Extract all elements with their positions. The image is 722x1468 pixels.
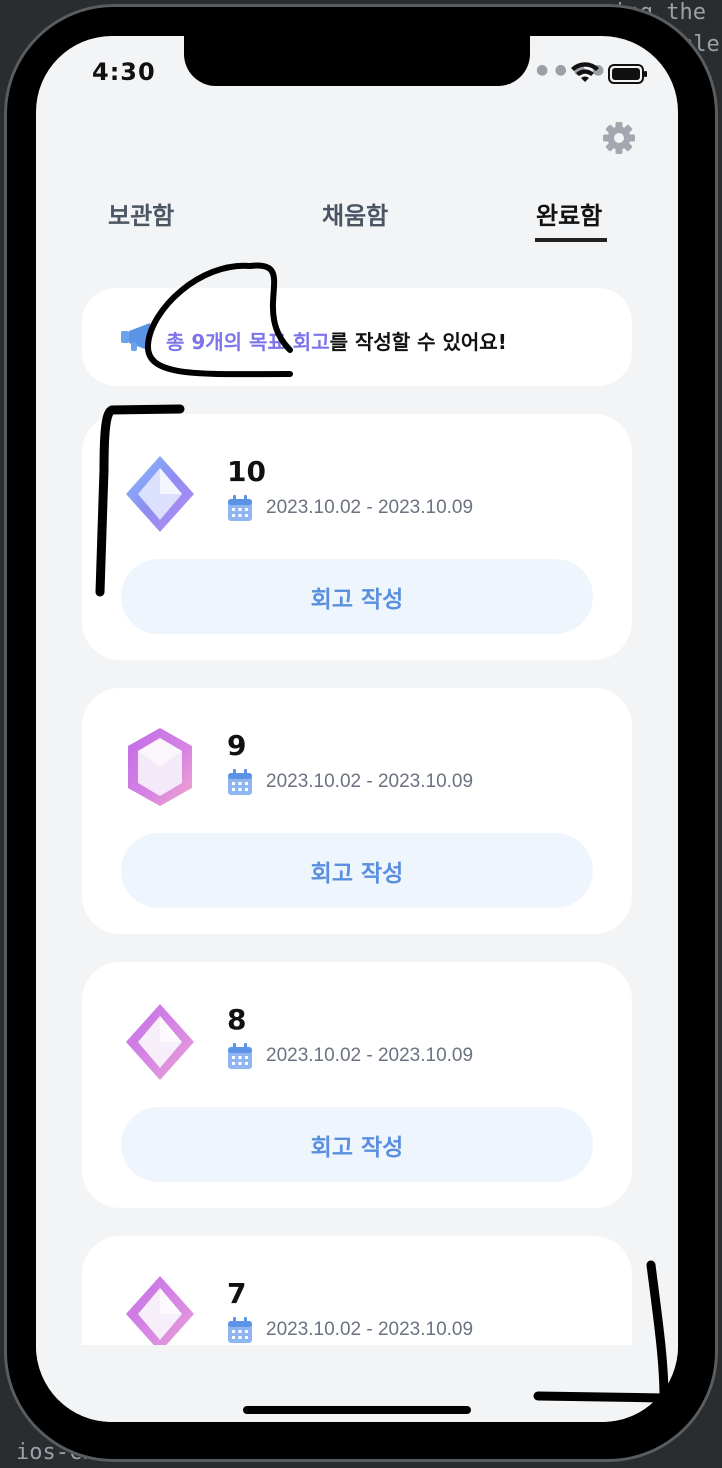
home-indicator[interactable] <box>243 1406 471 1414</box>
notch <box>184 36 530 86</box>
goal-number: 8 <box>227 1003 247 1036</box>
status-time: 4:30 <box>92 58 156 86</box>
gear-icon[interactable] <box>602 121 636 155</box>
goal-number: 10 <box>227 455 266 488</box>
purple-diamond-icon <box>126 1276 194 1352</box>
active-tab-indicator <box>535 238 607 242</box>
blue-diamond-icon <box>126 456 194 532</box>
goal-number: 7 <box>227 1277 247 1310</box>
megaphone-icon <box>121 323 150 351</box>
calendar-icon <box>228 769 252 795</box>
banner-suffix: 를 작성할 수 있어요! <box>329 330 507 354</box>
battery-icon <box>608 64 647 84</box>
calendar-icon <box>228 495 252 521</box>
calendar-icon <box>228 1317 252 1343</box>
goal-number: 9 <box>227 729 247 762</box>
banner-highlight: 총 9개의 목표 회고 <box>166 330 330 354</box>
banner-message: 총 9개의 목표 회고를 작성할 수 있어요! <box>166 326 507 355</box>
date-range: 2023.10.02 - 2023.10.09 <box>266 771 474 792</box>
wifi-icon <box>571 62 599 82</box>
date-range: 2023.10.02 - 2023.10.09 <box>266 1319 474 1340</box>
write-retrospective-button[interactable]: 회고 작성 <box>121 559 593 634</box>
date-range: 2023.10.02 - 2023.10.09 <box>266 1045 474 1066</box>
date-range: 2023.10.02 - 2023.10.09 <box>266 497 474 518</box>
purple-diamond-icon <box>126 1004 194 1080</box>
calendar-icon <box>228 1043 252 1069</box>
tab-storage[interactable]: 보관함 <box>108 196 174 231</box>
tab-completed[interactable]: 완료함 <box>536 196 602 231</box>
write-retrospective-button[interactable]: 회고 작성 <box>121 1107 593 1182</box>
purple-hexagon-gem-icon <box>128 728 192 806</box>
write-retrospective-button[interactable]: 회고 작성 <box>121 833 593 908</box>
tab-filling[interactable]: 채움함 <box>322 196 388 231</box>
